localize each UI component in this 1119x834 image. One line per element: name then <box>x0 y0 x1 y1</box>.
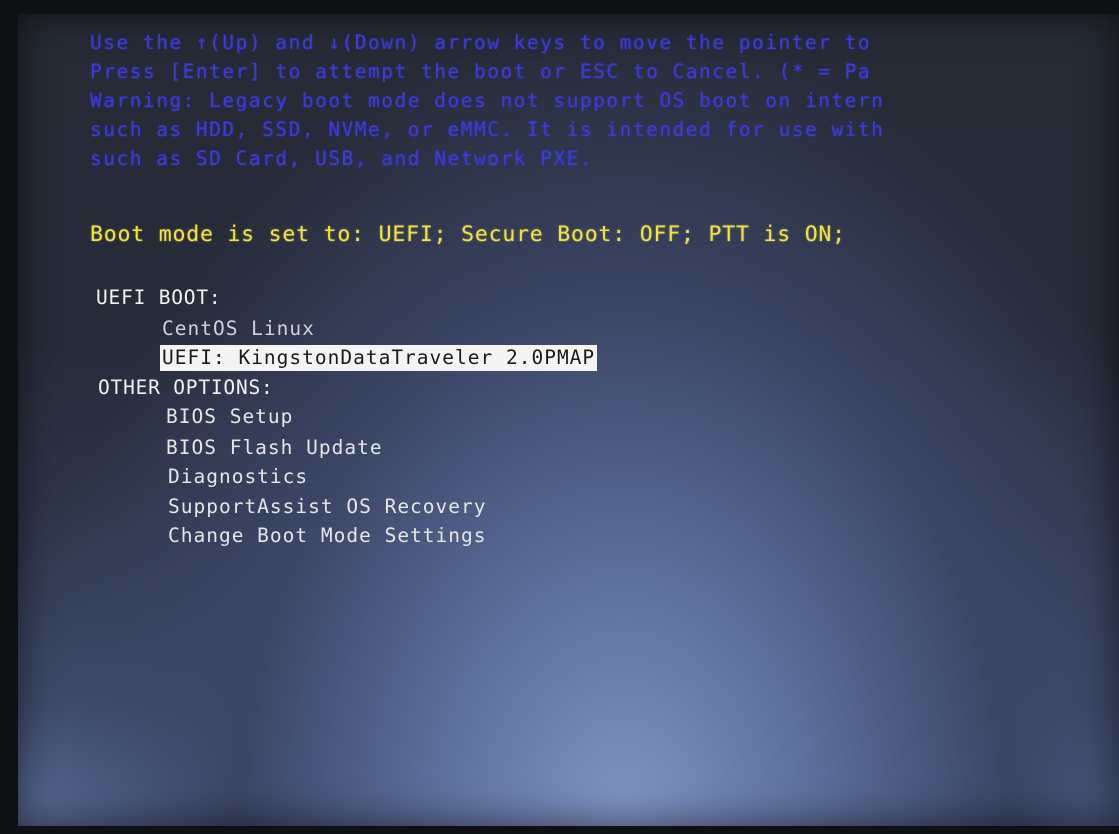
boot-menu-screen: Use the ↑(Up) and ↓(Down) arrow keys to … <box>18 14 1119 826</box>
uefi-boot-header: UEFI BOOT: <box>96 286 222 309</box>
warning-line: such as HDD, SSD, NVMe, or eMMC. It is i… <box>90 118 885 141</box>
warning-line: such as SD Card, USB, and Network PXE. <box>90 147 594 170</box>
option-supportassist-os-recovery[interactable]: SupportAssist OS Recovery <box>166 494 489 520</box>
instruction-line: Use the ↑(Up) and ↓(Down) arrow keys to … <box>90 31 872 54</box>
other-options-header: OTHER OPTIONS: <box>98 376 274 399</box>
boot-mode-status: Boot mode is set to: UEFI; Secure Boot: … <box>90 222 846 247</box>
warning-line: Warning: Legacy boot mode does not suppo… <box>90 89 885 112</box>
instruction-line: Press [Enter] to attempt the boot or ESC… <box>90 60 872 83</box>
option-diagnostics[interactable]: Diagnostics <box>166 464 310 490</box>
instructions-warning-text: Use the ↑(Up) and ↓(Down) arrow keys to … <box>90 28 1119 173</box>
boot-option-kingston-usb[interactable]: UEFI: KingstonDataTraveler 2.0PMAP <box>160 345 598 371</box>
boot-option-centos-linux[interactable]: CentOS Linux <box>160 316 317 342</box>
option-bios-flash-update[interactable]: BIOS Flash Update <box>164 435 385 461</box>
option-bios-setup[interactable]: BIOS Setup <box>164 404 295 430</box>
option-change-boot-mode-settings[interactable]: Change Boot Mode Settings <box>166 523 489 549</box>
